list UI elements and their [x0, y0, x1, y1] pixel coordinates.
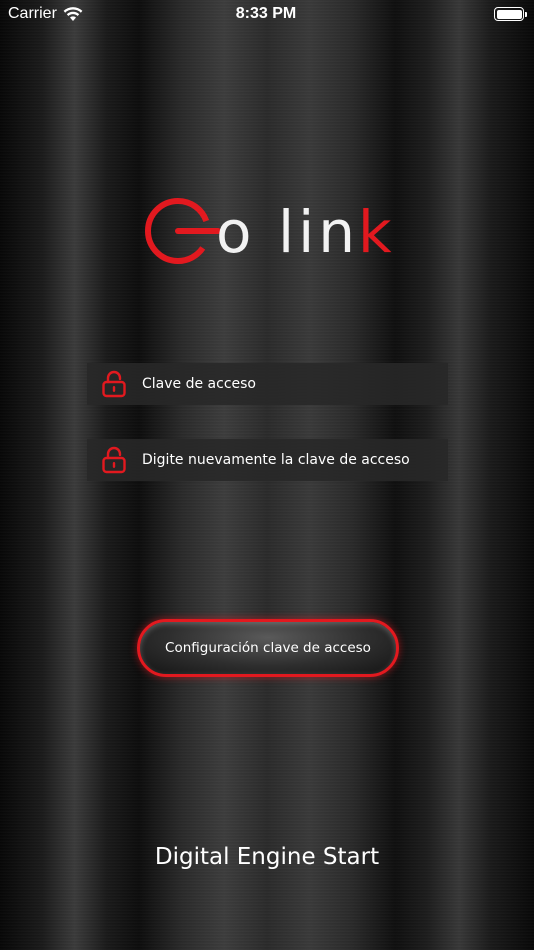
- footer-text: Digital Engine Start: [154, 844, 380, 870]
- logo-text-k: k: [358, 198, 392, 266]
- battery-icon: [494, 7, 527, 21]
- confirm-password-field[interactable]: [87, 439, 448, 481]
- password-input[interactable]: [142, 376, 442, 392]
- password-field[interactable]: [87, 363, 448, 405]
- wifi-icon: [63, 6, 83, 21]
- lock-icon: [102, 446, 126, 474]
- battery-level: [496, 9, 522, 19]
- confirm-password-input[interactable]: [142, 452, 442, 468]
- configure-password-button[interactable]: Configuración clave de acceso: [137, 619, 399, 677]
- golink-logo: o lin k: [145, 198, 392, 266]
- logo-text-o: o: [216, 198, 252, 266]
- status-bar: Carrier 8:33 PM: [0, 0, 534, 28]
- status-bar-left: Carrier: [8, 5, 148, 23]
- carrier-label: Carrier: [8, 5, 57, 22]
- lock-icon: [102, 370, 126, 398]
- logo-text-lin: lin: [278, 198, 359, 266]
- status-time: 8:33 PM: [235, 5, 297, 22]
- status-bar-right: [384, 7, 527, 21]
